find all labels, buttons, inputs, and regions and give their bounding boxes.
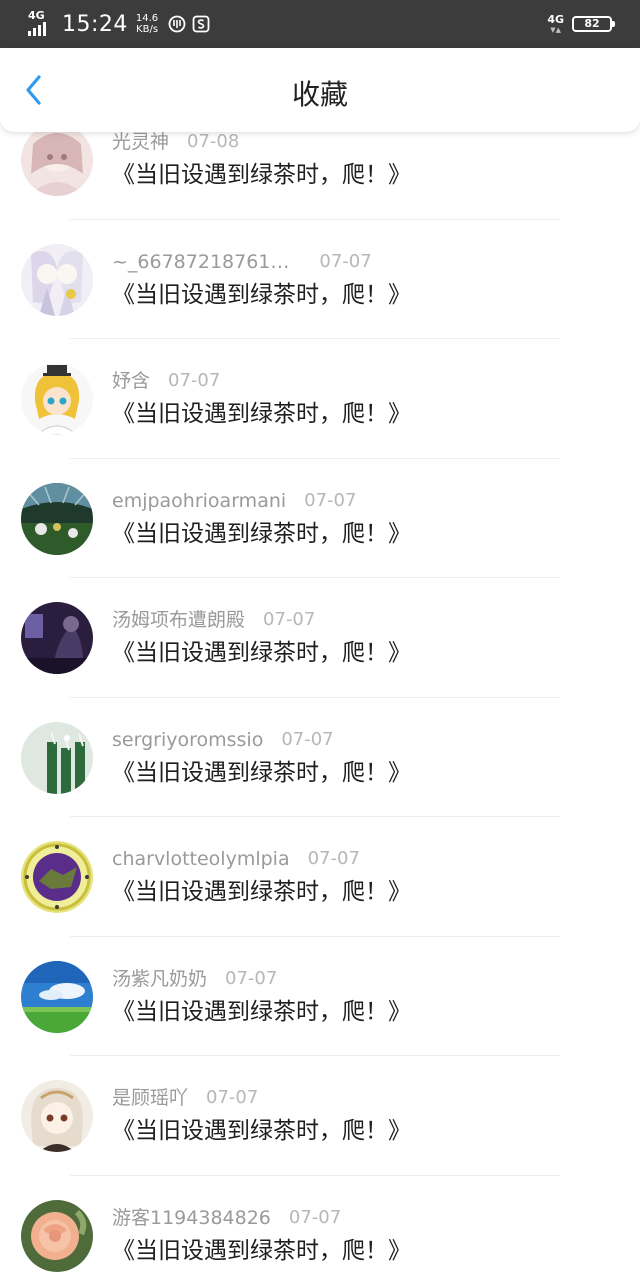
- signal-bars-icon: [28, 22, 46, 36]
- date: 07-07: [281, 728, 334, 750]
- battery-icon: 82: [572, 16, 615, 32]
- date: 07-07: [168, 370, 221, 391]
- avatar: [21, 363, 93, 435]
- list-item[interactable]: 是顾瑶吖 07-07 《当旧设遇到绿茶时，爬！》: [0, 1056, 640, 1176]
- clock: 15:24: [62, 11, 128, 37]
- date: 07-07: [225, 967, 278, 989]
- list-item[interactable]: sergriyoromssio 07-07 《当旧设遇到绿茶时，爬！》: [0, 698, 640, 817]
- item-title: 《当旧设遇到绿茶时，爬！》: [112, 1237, 411, 1264]
- item-meta: 光灵神 07-08: [112, 130, 239, 154]
- list-item[interactable]: 汤紫凡奶奶 07-07 《当旧设遇到绿茶时，爬！》: [0, 937, 640, 1056]
- network-type-label-right: 4G: [547, 13, 564, 26]
- item-title: 《当旧设遇到绿茶时，爬！》: [112, 1118, 411, 1144]
- battery-percentage: 82: [584, 17, 600, 30]
- date: 07-08: [187, 131, 240, 152]
- speed-unit: KB/s: [136, 24, 159, 35]
- username: 游客1194384826: [112, 1206, 271, 1229]
- list-item[interactable]: ~_66787218761… 07-07 《当旧设遇到绿茶时，爬！》: [0, 220, 640, 339]
- list-item[interactable]: emjpaohrioarmani 07-07 《当旧设遇到绿茶时，爬！》: [0, 459, 640, 578]
- username: ~_66787218761…: [112, 250, 290, 273]
- notification-app-icon: [168, 15, 186, 33]
- item-meta: 汤紫凡奶奶 07-07: [112, 967, 277, 991]
- item-title: 《当旧设遇到绿茶时，爬！》: [112, 998, 411, 1025]
- item-meta: 妤含 07-07: [112, 369, 220, 393]
- list-item[interactable]: 汤姆项布遭朗殿 07-07 《当旧设遇到绿茶时，爬！》: [0, 578, 640, 698]
- date: 07-07: [206, 1087, 259, 1108]
- avatar: [21, 124, 93, 196]
- avatar: [21, 243, 93, 316]
- username: 汤紫凡奶奶: [112, 967, 208, 990]
- date: 07-07: [304, 489, 357, 511]
- network-speed: 14.6 KB/s: [136, 13, 158, 35]
- network-type-label: 4G: [28, 9, 45, 22]
- item-meta: emjpaohrioarmani 07-07: [112, 489, 356, 513]
- item-title: 《当旧设遇到绿茶时，爬！》: [112, 281, 411, 308]
- avatar: [21, 602, 93, 674]
- list-item[interactable]: 妤含 07-07 《当旧设遇到绿茶时，爬！》: [0, 339, 640, 459]
- avatar: [21, 482, 93, 555]
- date: 07-07: [307, 848, 360, 869]
- date: 07-07: [288, 1206, 342, 1228]
- screenshot-app-icon: [192, 15, 210, 33]
- username: charvlotteolymlpia: [112, 848, 290, 870]
- status-left: 4G 15:24 14.6 KB/s: [28, 0, 216, 48]
- date: 07-07: [263, 609, 316, 630]
- data-network-indicator: 4G ▼▲: [547, 13, 564, 35]
- avatar: [21, 1199, 93, 1272]
- avatar: [21, 1080, 93, 1152]
- item-meta: 汤姆项布遭朗殿 07-07: [112, 608, 315, 632]
- username: 是顾瑶吖: [112, 1087, 189, 1109]
- item-title: 《当旧设遇到绿茶时，爬！》: [112, 640, 411, 666]
- username: 妤含: [112, 370, 151, 392]
- item-meta: 游客1194384826 07-07: [112, 1206, 341, 1230]
- date: 07-07: [319, 250, 372, 272]
- username: sergriyoromssio: [112, 728, 264, 751]
- top-navigation-bar: 收藏: [0, 48, 640, 132]
- favorites-screen: 4G 15:24 14.6 KB/s 4G ▼▲ 82 收藏 光灵神 07-08…: [0, 0, 640, 1276]
- page-title: 收藏: [291, 78, 348, 111]
- username: 光灵神: [112, 131, 170, 153]
- item-title: 《当旧设遇到绿茶时，爬！》: [112, 879, 411, 905]
- username: 汤姆项布遭朗殿: [112, 609, 246, 631]
- item-meta: ~_66787218761… 07-07: [112, 250, 372, 274]
- item-meta: sergriyoromssio 07-07: [112, 728, 334, 752]
- item-meta: 是顾瑶吖 07-07: [112, 1086, 258, 1110]
- item-title: 《当旧设遇到绿茶时，爬！》: [112, 401, 411, 427]
- list-item[interactable]: 游客1194384826 07-07 《当旧设遇到绿茶时，爬！》: [0, 1176, 640, 1276]
- status-right: 4G ▼▲ 82: [547, 0, 615, 48]
- list-item[interactable]: charvlotteolymlpia 07-07 《当旧设遇到绿茶时，爬！》: [0, 817, 640, 937]
- cellular-signal: 4G: [28, 10, 56, 38]
- speed-value: 14.6: [135, 13, 159, 24]
- favorites-list: 光灵神 07-08 《当旧设遇到绿茶时，爬！》 ~_66787218761… 0…: [0, 100, 640, 1276]
- avatar: [21, 960, 93, 1033]
- avatar: [21, 721, 93, 794]
- data-arrows-icon: ▼▲: [550, 26, 562, 34]
- avatar: [21, 841, 93, 913]
- username: emjpaohrioarmani: [112, 489, 287, 512]
- item-title: 《当旧设遇到绿茶时，爬！》: [112, 759, 411, 786]
- item-title: 《当旧设遇到绿茶时，爬！》: [112, 520, 411, 547]
- status-bar: 4G 15:24 14.6 KB/s 4G ▼▲ 82: [0, 0, 640, 48]
- item-meta: charvlotteolymlpia 07-07: [112, 847, 360, 871]
- item-title: 《当旧设遇到绿茶时，爬！》: [112, 162, 411, 188]
